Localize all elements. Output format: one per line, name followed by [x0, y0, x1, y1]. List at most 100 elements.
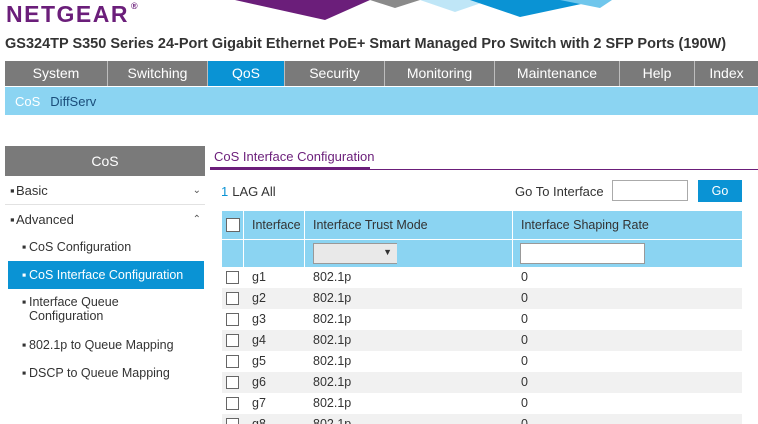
trust-mode-cell: 802.1p — [313, 396, 352, 410]
main-menu: System Switching QoS Security Monitoring… — [5, 61, 758, 86]
sidebar-item-label: CoS Configuration — [29, 240, 132, 254]
chevron-up-icon: ⌃ — [192, 214, 201, 225]
interface-cell: g7 — [252, 396, 266, 410]
sidebar: CoS ▪ Basic ⌄ ▪ Advanced ⌃ ▪ CoS Configu… — [5, 146, 205, 387]
bullet-icon: ▪ — [10, 183, 15, 198]
chevron-down-icon: ⌄ — [192, 185, 201, 196]
bullet-icon: ▪ — [22, 240, 27, 254]
filter-empty-cell — [222, 240, 244, 267]
table-row[interactable]: g1 802.1p 0 — [222, 267, 742, 288]
row-checkbox[interactable] — [226, 271, 239, 284]
bullet-icon: ▪ — [10, 212, 15, 227]
shaping-rate-filter-input[interactable] — [520, 243, 645, 264]
table-row[interactable]: g8 802.1p 0 — [222, 414, 742, 424]
trust-mode-cell: 802.1p — [313, 375, 352, 389]
table-row[interactable]: g4 802.1p 0 — [222, 330, 742, 351]
menu-item-switching[interactable]: Switching — [108, 61, 208, 86]
shaping-rate-cell: 0 — [521, 270, 528, 284]
shaping-rate-cell: 0 — [521, 375, 528, 389]
row-checkbox[interactable] — [226, 355, 239, 368]
sidebar-group-label: Advanced — [16, 212, 74, 227]
product-title: GS324TP S350 Series 24-Port Gigabit Ethe… — [5, 36, 727, 52]
netgear-logo: NETGEAR ® — [6, 1, 138, 27]
row-checkbox[interactable] — [226, 376, 239, 389]
menu-item-monitoring[interactable]: Monitoring — [385, 61, 495, 86]
column-header-interface[interactable]: Interface — [244, 211, 305, 239]
column-header-trust-mode[interactable]: Interface Trust Mode — [305, 211, 513, 239]
goto-interface-input[interactable] — [612, 180, 688, 201]
header-select-all-cell — [222, 211, 244, 239]
interface-cell: g3 — [252, 312, 266, 326]
trust-mode-cell: 802.1p — [313, 270, 352, 284]
trust-mode-cell: 802.1p — [313, 417, 352, 424]
filter-shaping-rate-cell — [513, 240, 742, 267]
row-checkbox[interactable] — [226, 292, 239, 305]
interface-cell: g1 — [252, 270, 266, 284]
menu-item-security[interactable]: Security — [285, 61, 385, 86]
trust-mode-cell: 802.1p — [313, 291, 352, 305]
lag-count[interactable]: 1 — [221, 184, 228, 199]
trust-mode-cell: 802.1p — [313, 333, 352, 347]
table-row[interactable]: g6 802.1p 0 — [222, 372, 742, 393]
cos-interface-table: Interface Interface Trust Mode Interface… — [222, 211, 742, 424]
interface-cell: g2 — [252, 291, 266, 305]
sidebar-group-basic[interactable]: ▪ Basic ⌄ — [5, 176, 205, 205]
menu-item-maintenance[interactable]: Maintenance — [495, 61, 620, 86]
row-checkbox[interactable] — [226, 313, 239, 326]
interface-cell: g5 — [252, 354, 266, 368]
table-row[interactable]: g7 802.1p 0 — [222, 393, 742, 414]
trust-mode-cell: 802.1p — [313, 312, 352, 326]
sidebar-item-interface-queue-configuration[interactable]: ▪ Interface Queue Configuration — [5, 289, 205, 331]
sidebar-title: CoS — [5, 146, 205, 176]
column-header-shaping-rate[interactable]: Interface Shaping Rate — [513, 211, 742, 239]
table-row[interactable]: g3 802.1p 0 — [222, 309, 742, 330]
submenu-item-cos[interactable]: CoS — [5, 94, 50, 109]
bullet-icon: ▪ — [22, 268, 27, 282]
section-title: CoS Interface Configuration — [214, 149, 375, 164]
sub-menu: CoS DiffServ — [5, 87, 758, 115]
filter-empty-cell — [244, 240, 305, 267]
sidebar-item-cos-interface-configuration[interactable]: ▪ CoS Interface Configuration — [8, 261, 204, 289]
table-row[interactable]: g2 802.1p 0 — [222, 288, 742, 309]
sidebar-item-dscp-to-queue-mapping[interactable]: ▪ DSCP to Queue Mapping — [5, 359, 205, 387]
interface-cell: g4 — [252, 333, 266, 347]
row-checkbox[interactable] — [226, 397, 239, 410]
sidebar-group-advanced[interactable]: ▪ Advanced ⌃ — [5, 205, 205, 234]
table-row[interactable]: g5 802.1p 0 — [222, 351, 742, 372]
menu-item-system[interactable]: System — [5, 61, 108, 86]
trust-mode-cell: 802.1p — [313, 354, 352, 368]
row-checkbox[interactable] — [226, 334, 239, 347]
submenu-item-diffserv[interactable]: DiffServ — [50, 94, 106, 109]
table-filter-row: ▼ — [222, 239, 742, 267]
sidebar-group-label: Basic — [16, 183, 48, 198]
chevron-down-icon: ▼ — [383, 247, 392, 257]
shaping-rate-cell: 0 — [521, 291, 528, 305]
shaping-rate-cell: 0 — [521, 417, 528, 424]
row-checkbox[interactable] — [226, 418, 239, 424]
bullet-icon: ▪ — [22, 295, 27, 309]
lag-link[interactable]: LAG — [232, 184, 258, 199]
bullet-icon: ▪ — [22, 338, 27, 352]
shaping-rate-cell: 0 — [521, 354, 528, 368]
lag-filter-row: 1 LAG All — [221, 184, 276, 199]
shaping-rate-cell: 0 — [521, 396, 528, 410]
goto-interface-label: Go To Interface — [515, 184, 604, 199]
go-button[interactable]: Go — [698, 180, 742, 202]
select-all-checkbox[interactable] — [226, 218, 240, 232]
interface-cell: g8 — [252, 417, 266, 424]
all-link[interactable]: All — [261, 184, 275, 199]
menu-item-qos[interactable]: QoS — [208, 61, 285, 86]
sidebar-item-label: 802.1p to Queue Mapping — [29, 338, 174, 352]
sidebar-item-8021p-to-queue-mapping[interactable]: ▪ 802.1p to Queue Mapping — [5, 331, 205, 359]
section-title-underline — [210, 167, 370, 170]
sidebar-item-label: DSCP to Queue Mapping — [29, 366, 170, 380]
table-header: Interface Interface Trust Mode Interface… — [222, 211, 742, 239]
bullet-icon: ▪ — [22, 366, 27, 380]
trust-mode-filter-select[interactable]: ▼ — [313, 243, 397, 264]
sidebar-item-label: Interface Queue Configuration — [29, 295, 119, 323]
menu-item-help[interactable]: Help — [620, 61, 695, 86]
sidebar-item-cos-configuration[interactable]: ▪ CoS Configuration — [5, 234, 205, 261]
menu-item-index[interactable]: Index — [695, 61, 758, 86]
shaping-rate-cell: 0 — [521, 333, 528, 347]
shaping-rate-cell: 0 — [521, 312, 528, 326]
